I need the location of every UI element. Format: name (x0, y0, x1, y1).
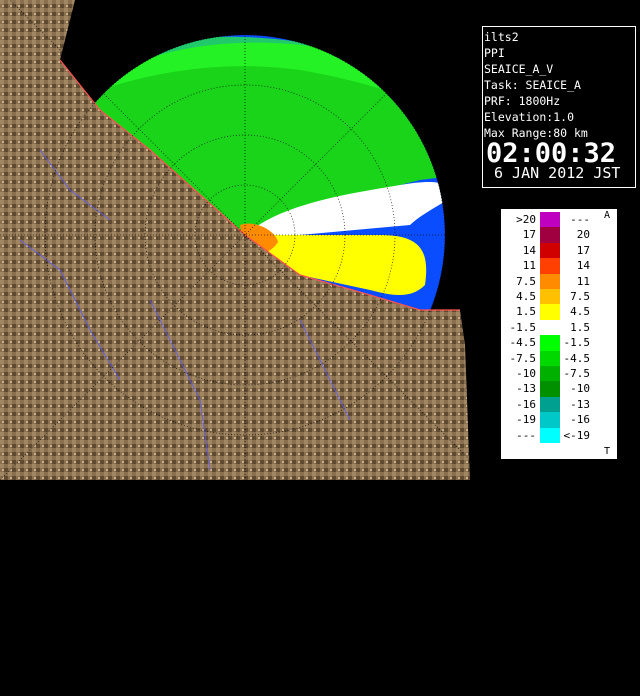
legend-low-value: -4.5 (509, 336, 537, 350)
legend-high-value: 11 (576, 274, 590, 288)
legend-color-swatch (540, 227, 560, 243)
legend-low-value: >20 (516, 213, 536, 226)
legend-color-swatch (540, 427, 560, 443)
legend-color-swatch (540, 304, 560, 320)
legend-high-value: 20 (576, 228, 590, 242)
legend-low-value: -1.5 (509, 320, 537, 334)
legend-low-value: -7.5 (509, 351, 537, 365)
prf: PRF: 1800Hz (484, 94, 561, 108)
legend-high-value: 7.5 (570, 290, 590, 303)
task: Task: SEAICE_A (484, 78, 581, 92)
legend-high-value: --- (570, 213, 590, 226)
legend-high-value: -13 (570, 397, 590, 411)
legend-high-value: -4.5 (563, 351, 591, 365)
legend-high-value: -1.5 (563, 336, 591, 350)
legend-low-value: --- (516, 428, 536, 442)
legend-low-value: 4.5 (516, 290, 536, 303)
legend-high-value: -16 (570, 413, 590, 427)
legend-color-swatch (540, 366, 560, 382)
product-type: PPI (484, 46, 505, 60)
legend-low-value: 17 (522, 228, 536, 242)
legend-color-swatch (540, 273, 560, 289)
legend-color-swatch (540, 212, 560, 228)
legend-color-swatch (540, 335, 560, 351)
legend-low-value: -13 (516, 382, 536, 396)
legend-bottom-marker: T (604, 446, 611, 457)
legend-low-value: 1.5 (516, 305, 536, 319)
legend-low-value: -16 (516, 397, 536, 411)
legend-color-swatch (540, 319, 560, 336)
legend-low-value: 11 (522, 259, 536, 273)
legend-low-value: -19 (516, 413, 536, 427)
legend-high-value: 14 (576, 259, 590, 273)
legend-color-swatch (540, 242, 560, 259)
legend-color-swatch (540, 350, 560, 366)
legend-low-value: 7.5 (516, 274, 536, 288)
legend-high-value: -10 (570, 382, 590, 396)
site-name: ilts2 (484, 30, 519, 44)
legend-color-swatch (540, 381, 560, 397)
legend-low-value: -10 (516, 367, 536, 380)
legend-high-value: 17 (576, 243, 590, 257)
legend-high-value: 1.5 (570, 320, 590, 334)
legend-high-value: 4.5 (570, 305, 590, 319)
legend-high-value: -7.5 (563, 367, 591, 380)
legend-title: Mean Velocity in m/s (600, 507, 613, 641)
legend-low-value: 14 (522, 243, 536, 257)
date-display: 6 JAN 2012 JST (494, 164, 621, 182)
radar-ppi-map[interactable] (0, 0, 480, 480)
legend-color-swatch (540, 396, 560, 413)
legend-high-value: <-19 (563, 428, 591, 442)
legend-color-swatch (540, 289, 560, 305)
legend-color-swatch (540, 258, 560, 274)
elevation: Elevation:1.0 (484, 110, 575, 124)
legend-top-marker: A (604, 210, 611, 221)
legend-color-swatch (540, 412, 560, 428)
task-name: SEAICE_A_V (484, 62, 554, 76)
